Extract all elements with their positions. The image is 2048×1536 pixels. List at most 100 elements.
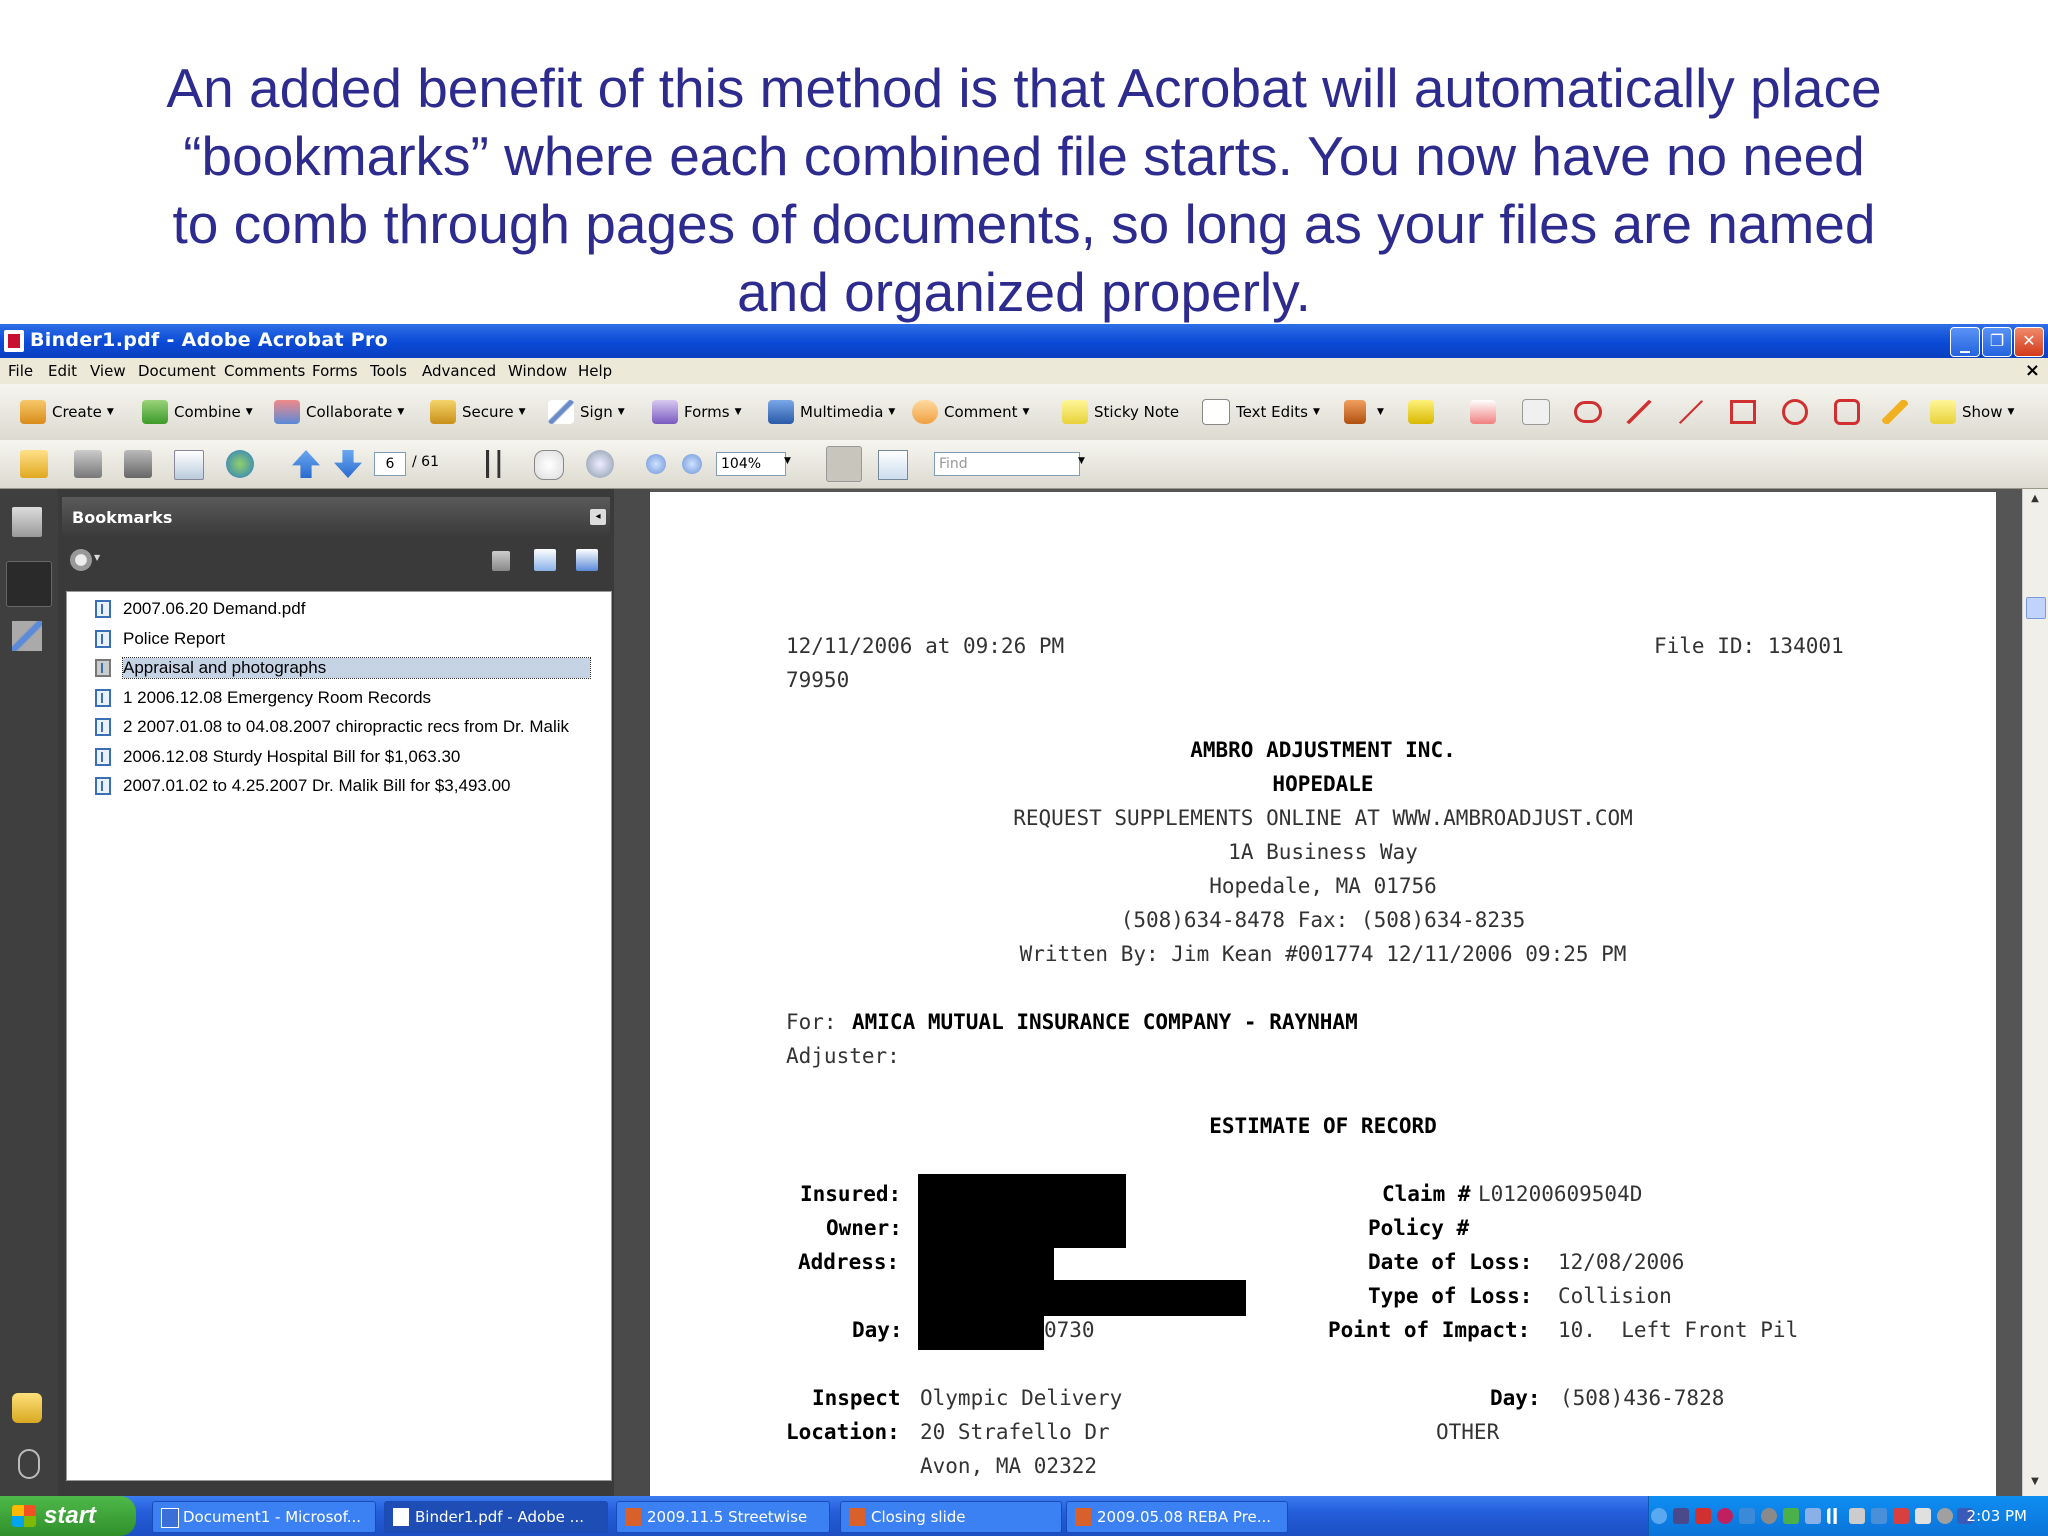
arrow-tool[interactable] <box>1626 398 1658 426</box>
menu-edit[interactable]: Edit <box>48 362 77 380</box>
minimize-button[interactable]: _ <box>1950 327 1980 357</box>
new-bookmark-from-structure-icon[interactable] <box>576 549 598 571</box>
stamp-button[interactable]: ▼ <box>1344 398 1384 426</box>
attachments-panel-icon[interactable] <box>18 1449 40 1479</box>
zoom-in-icon[interactable] <box>682 454 702 474</box>
bookmark-item[interactable]: 2007.06.20 Demand.pdf <box>67 596 611 622</box>
start-button[interactable]: start <box>0 1496 136 1536</box>
print-icon[interactable] <box>74 450 102 478</box>
line-tool[interactable] <box>1678 398 1710 426</box>
restore-button[interactable]: ❐ <box>1982 327 2012 357</box>
vertical-scrollbar[interactable]: ▲ ▼ <box>2022 489 2048 1496</box>
bookmark-item[interactable]: 2 2007.01.08 to 04.08.2007 chiropractic … <box>67 714 611 740</box>
menu-tools[interactable]: Tools <box>370 362 407 380</box>
clock-app-icon[interactable] <box>1937 1508 1953 1524</box>
taskbar-item-reba[interactable]: 2009.05.08 REBA Pre... <box>1066 1501 1288 1533</box>
fit-page-icon[interactable] <box>878 450 908 480</box>
pane-splitter[interactable] <box>614 489 650 1496</box>
menu-comments[interactable]: Comments <box>224 362 305 380</box>
secure-button[interactable]: Secure ▼ <box>430 398 526 426</box>
scroll-down-icon[interactable]: ▼ <box>2027 1476 2043 1492</box>
menu-document[interactable]: Document <box>138 362 216 380</box>
next-page-icon[interactable] <box>334 450 362 478</box>
collapse-panel-icon[interactable]: ◂ <box>590 509 606 525</box>
web-icon[interactable] <box>226 450 254 478</box>
zoom-tool-icon[interactable] <box>586 450 614 478</box>
find-input[interactable]: Find <box>934 452 1080 476</box>
bookmark-item[interactable]: 1 2006.12.08 Emergency Room Records <box>67 685 611 711</box>
menu-advanced[interactable]: Advanced <box>422 362 496 380</box>
bookmark-item[interactable]: Police Report <box>67 626 611 652</box>
taskbar-item-word[interactable]: Document1 - Microsof... <box>152 1501 376 1533</box>
forms-button[interactable]: Forms ▼ <box>652 398 742 426</box>
cloud-tool[interactable] <box>1574 398 1608 426</box>
menu-file[interactable]: File <box>8 362 33 380</box>
security-icon[interactable] <box>1717 1508 1733 1524</box>
pencil-tool[interactable] <box>1882 398 1914 426</box>
zoom-level-input[interactable]: 104% <box>716 452 786 476</box>
pages-panel-icon[interactable] <box>12 507 42 537</box>
menu-forms[interactable]: Forms <box>312 362 358 380</box>
network-icon[interactable] <box>1673 1508 1689 1524</box>
show-button[interactable]: Show ▼ <box>1930 398 2014 426</box>
bookmark-item[interactable]: 2007.01.02 to 4.25.2007 Dr. Malik Bill f… <box>67 773 611 799</box>
antivirus-icon[interactable] <box>1695 1508 1711 1524</box>
new-bookmark-icon[interactable] <box>534 549 556 571</box>
sign-button[interactable]: Sign ▼ <box>548 398 625 426</box>
taskbar-item-closing-slide[interactable]: Closing slide <box>840 1501 1062 1533</box>
find-dropdown-icon[interactable]: ▼ <box>1078 456 1085 466</box>
text-box-tool[interactable] <box>1522 398 1556 426</box>
monitor-icon[interactable] <box>1849 1508 1865 1524</box>
tray-expand-icon[interactable] <box>1651 1508 1667 1524</box>
display-icon[interactable] <box>1805 1508 1821 1524</box>
rectangle-tool[interactable] <box>1730 398 1762 426</box>
doc-tol-value: Collision <box>1558 1284 1672 1308</box>
hand-tool-icon[interactable] <box>534 450 564 480</box>
text-edits-button[interactable]: Text Edits ▼ <box>1202 398 1320 426</box>
window-title-bar[interactable]: Binder1.pdf - Adobe Acrobat Pro _ ❐ ✕ <box>0 324 2048 358</box>
select-tool-icon[interactable] <box>486 450 514 478</box>
bookmark-item[interactable]: 2006.12.08 Sturdy Hospital Bill for $1,0… <box>67 744 611 770</box>
comment-button[interactable]: Comment ▼ <box>912 398 1029 426</box>
polygon-tool[interactable] <box>1834 398 1866 426</box>
alert-icon[interactable] <box>1893 1508 1909 1524</box>
scroll-up-icon[interactable]: ▲ <box>2027 493 2043 509</box>
options-gear-icon[interactable] <box>70 549 92 571</box>
page-number-input[interactable]: 6 <box>374 452 406 476</box>
menu-view[interactable]: View <box>90 362 126 380</box>
combine-button[interactable]: Combine ▼ <box>142 398 253 426</box>
sync-icon[interactable] <box>1761 1508 1777 1524</box>
oval-tool[interactable] <box>1782 398 1814 426</box>
close-button[interactable]: ✕ <box>2014 327 2044 357</box>
volume-icon[interactable] <box>1915 1508 1931 1524</box>
bluetooth-icon[interactable] <box>1739 1508 1755 1524</box>
document-close-icon[interactable]: × <box>2025 360 2040 381</box>
comments-panel-icon[interactable] <box>12 1393 42 1423</box>
email-icon[interactable] <box>174 450 204 480</box>
menu-help[interactable]: Help <box>578 362 612 380</box>
previous-page-icon[interactable] <box>292 450 320 478</box>
taskbar-item-acrobat[interactable]: Binder1.pdf - Adobe ... <box>384 1501 608 1533</box>
attach-file-button[interactable] <box>1408 398 1440 426</box>
scrollbar-thumb[interactable] <box>2026 597 2046 619</box>
save-icon[interactable] <box>124 450 152 478</box>
highlight-text-tool[interactable] <box>1470 398 1502 426</box>
menu-window[interactable]: Window <box>508 362 567 380</box>
collaborate-button[interactable]: Collaborate ▼ <box>274 398 404 426</box>
wireless-icon[interactable] <box>1871 1508 1887 1524</box>
signatures-panel-icon[interactable] <box>12 621 42 651</box>
zoom-out-icon[interactable] <box>646 454 666 474</box>
taskbar-item-streetwise[interactable]: 2009.11.5 Streetwise <box>616 1501 830 1533</box>
delete-bookmark-icon[interactable] <box>492 551 510 571</box>
bookmark-item-selected[interactable]: Appraisal and photographs <box>67 655 611 681</box>
update-icon[interactable] <box>1783 1508 1799 1524</box>
create-button[interactable]: Create ▼ <box>20 398 114 426</box>
zoom-dropdown-icon[interactable]: ▼ <box>784 456 791 466</box>
open-folder-icon[interactable] <box>20 450 48 478</box>
options-dropdown-icon[interactable]: ▼ <box>94 553 100 562</box>
sticky-note-button[interactable]: Sticky Note <box>1062 398 1179 426</box>
bookmarks-panel-icon[interactable] <box>6 561 52 607</box>
fit-width-icon[interactable] <box>826 446 862 482</box>
multimedia-button[interactable]: Multimedia ▼ <box>768 398 895 426</box>
signal-icon[interactable] <box>1827 1508 1843 1524</box>
